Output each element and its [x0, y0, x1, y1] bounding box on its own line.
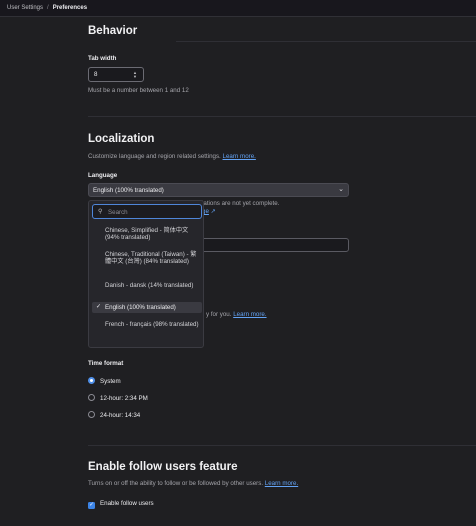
- external-link-icon: ↗: [208, 208, 216, 215]
- divider: [88, 116, 476, 117]
- divider: [176, 41, 476, 42]
- follow-description: Turns on or off the ability to follow or…: [88, 480, 299, 487]
- divider: [88, 445, 476, 446]
- follow-learn-more-link[interactable]: Learn more.: [265, 480, 298, 487]
- enable-follow-checkbox[interactable]: ✓ Enable follow users: [88, 500, 154, 509]
- time-format-system-radio[interactable]: System: [88, 377, 121, 385]
- search-icon: ⚲: [98, 209, 103, 215]
- localization-heading: Localization: [88, 133, 155, 145]
- tab-width-help: Must be a number between 1 and 12: [88, 87, 189, 94]
- tab-width-label: Tab width: [88, 55, 117, 62]
- background-input[interactable]: [200, 238, 349, 252]
- time-format-12h-radio[interactable]: 12-hour: 2:34 PM: [88, 394, 148, 402]
- language-option[interactable]: Chinese, Simplified - 简体中文 (94% translat…: [92, 227, 202, 242]
- tab-width-value: 8: [94, 71, 98, 78]
- check-icon: ✓: [96, 304, 102, 310]
- language-option[interactable]: Chinese, Traditional (Taiwan) - 繁體中文 (台灣…: [92, 251, 202, 266]
- radio-icon: [88, 394, 95, 401]
- language-label: Language: [88, 172, 118, 179]
- behavior-heading: Behavior: [88, 25, 138, 37]
- translation-note: lations are not yet complete.: [202, 200, 280, 207]
- language-option[interactable]: Danish - dansk (14% translated): [92, 282, 202, 289]
- time-format-label: Time format: [88, 360, 124, 367]
- chevron-down-icon: ⌄: [338, 186, 344, 193]
- breadcrumb: User Settings / Preferences: [0, 0, 476, 17]
- time-format-24h-radio[interactable]: 24-hour: 14:34: [88, 411, 140, 419]
- translation-link[interactable]: ge ↗: [202, 208, 216, 215]
- follow-heading: Enable follow users feature: [88, 461, 238, 473]
- locale-note: y for you. Learn more.: [206, 311, 267, 318]
- breadcrumb-user-settings[interactable]: User Settings: [7, 5, 43, 11]
- language-search[interactable]: ⚲: [92, 204, 202, 219]
- breadcrumb-separator: /: [47, 5, 49, 11]
- settings-main: Behavior Tab width 8 ▲ ▼ Must be a number…: [88, 17, 476, 526]
- localization-learn-more-link[interactable]: Learn more.: [223, 153, 256, 160]
- tab-width-input[interactable]: 8 ▲ ▼: [88, 67, 144, 82]
- language-selected-value: English (100% translated): [93, 186, 164, 194]
- locale-learn-more-link[interactable]: Learn more.: [233, 311, 266, 318]
- radio-icon: [88, 377, 95, 384]
- localization-description: Customize language and region related se…: [88, 153, 256, 160]
- breadcrumb-current: Preferences: [52, 5, 88, 11]
- language-option-label: English (100% translated): [105, 304, 176, 311]
- enable-follow-label: Enable follow users: [100, 500, 154, 507]
- stepper-icon[interactable]: ▲ ▼: [133, 71, 137, 79]
- radio-icon: [88, 411, 95, 418]
- language-dropdown: ⚲ Chinese, Simplified - 简体中文 (94% transl…: [88, 200, 204, 348]
- checkbox-checked-icon: ✓: [88, 502, 95, 509]
- language-search-input[interactable]: [108, 207, 198, 217]
- language-option[interactable]: French - français (98% translated): [92, 321, 202, 328]
- language-select[interactable]: English (100% translated) ⌄: [88, 183, 349, 197]
- language-option-selected[interactable]: ✓ English (100% translated): [92, 302, 202, 313]
